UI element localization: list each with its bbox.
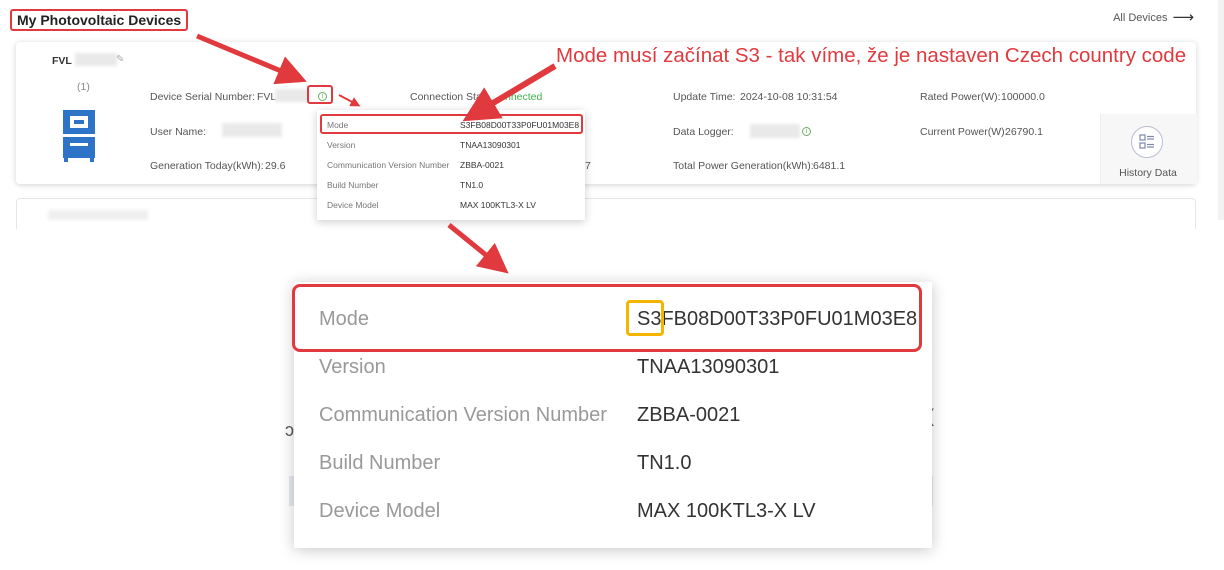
arrow-info-to-popup <box>338 94 361 107</box>
zoom-build-label: Build Number <box>319 452 441 474</box>
background-fragment-left: ɔ <box>285 420 294 440</box>
zoom-build-value: TN1.0 <box>637 452 692 474</box>
zoom-model-label: Device Model <box>319 500 441 522</box>
arrow-to-zoomed-popup <box>447 223 509 274</box>
s3-prefix-highlight <box>626 300 664 336</box>
zoom-comm-version-value: ZBBA-0021 <box>637 404 741 426</box>
zoom-comm-version-label: Communication Version Number <box>319 404 607 426</box>
zoom-mode-highlight <box>292 284 922 352</box>
arrow-to-info-icon <box>196 33 307 85</box>
arrow-to-popup-mode <box>462 63 557 122</box>
zoom-model-value: MAX 100KTL3-X LV <box>637 500 816 522</box>
zoom-version-label: Version <box>319 356 386 378</box>
zoom-version-value: TNAA13090301 <box>637 356 780 378</box>
